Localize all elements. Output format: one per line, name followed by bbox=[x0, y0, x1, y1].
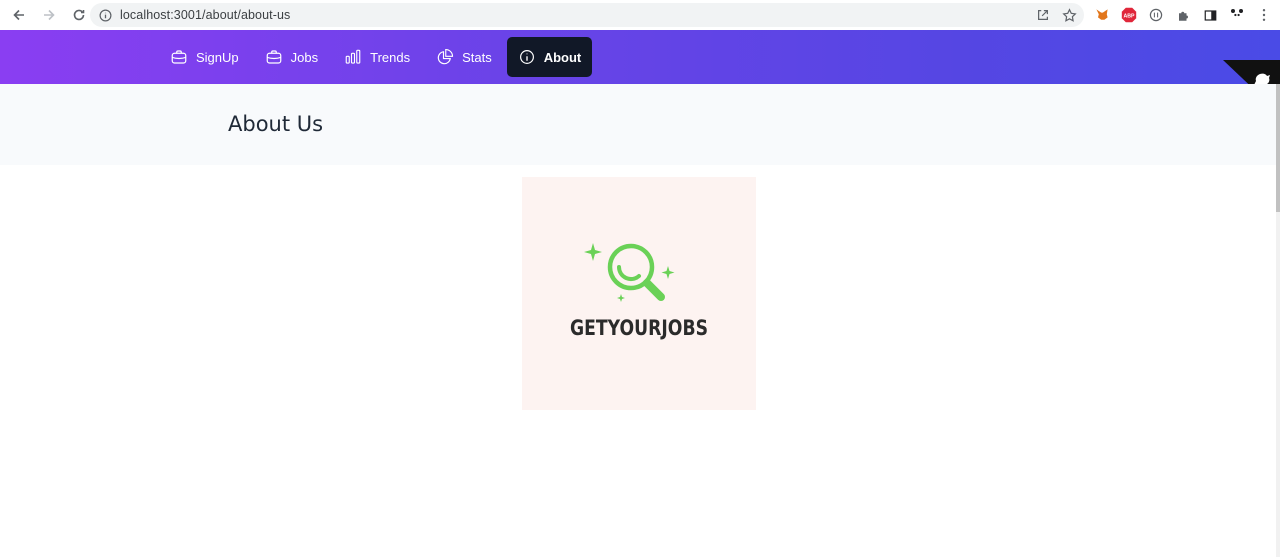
nav-item-label: About bbox=[543, 49, 582, 65]
adblock-extension-icon[interactable]: ABP bbox=[1119, 5, 1139, 25]
url-text: localhost:3001/about/about-us bbox=[120, 8, 291, 22]
metamask-extension-icon[interactable] bbox=[1092, 5, 1112, 25]
scrollbar[interactable] bbox=[1276, 84, 1280, 557]
side-panel-icon[interactable] bbox=[1200, 5, 1220, 25]
bookmark-star-icon[interactable] bbox=[1060, 6, 1078, 24]
nav-item-trends[interactable]: Trends bbox=[333, 37, 421, 77]
nav-item-jobs[interactable]: Jobs bbox=[254, 37, 329, 77]
address-bar[interactable]: localhost:3001/about/about-us bbox=[90, 3, 1084, 27]
briefcase-icon bbox=[171, 50, 187, 64]
back-icon[interactable] bbox=[6, 2, 32, 28]
briefcase-icon bbox=[266, 50, 281, 64]
bar-chart-icon bbox=[345, 49, 361, 64]
extension-circle-icon[interactable] bbox=[1146, 5, 1166, 25]
panda-extension-icon[interactable] bbox=[1227, 5, 1247, 25]
page-header: About Us bbox=[0, 84, 1276, 165]
reload-icon[interactable] bbox=[66, 2, 92, 28]
forward-icon[interactable] bbox=[36, 2, 62, 28]
scrollbar-thumb[interactable] bbox=[1276, 84, 1280, 212]
puzzle-extensions-icon[interactable] bbox=[1173, 5, 1193, 25]
nav-item-signup[interactable]: SignUp bbox=[159, 37, 250, 77]
magnifier-sparkle-icon bbox=[584, 243, 675, 302]
logo-wordmark: GETYOURJOBS bbox=[570, 316, 708, 340]
pie-chart-icon bbox=[437, 48, 454, 65]
nav-item-label: Jobs bbox=[290, 49, 319, 65]
nav-item-label: Stats bbox=[462, 49, 492, 65]
site-info-icon[interactable] bbox=[98, 8, 112, 22]
menu-kebab-icon[interactable] bbox=[1254, 5, 1274, 25]
info-icon bbox=[519, 50, 534, 64]
share-icon[interactable] bbox=[1034, 6, 1052, 24]
browser-toolbar: localhost:3001/about/about-us ABP bbox=[0, 0, 1280, 30]
nav-menu: SignUp Jobs Trends Stats About bbox=[159, 37, 593, 77]
app-navbar: SignUp Jobs Trends Stats About bbox=[0, 30, 1280, 114]
nav-item-stats[interactable]: Stats bbox=[425, 37, 503, 77]
page-title: About Us bbox=[228, 112, 324, 136]
logo-card: GETYOURJOBS bbox=[522, 177, 756, 410]
nav-item-label: SignUp bbox=[196, 49, 239, 65]
svg-text:ABP: ABP bbox=[1124, 13, 1135, 19]
nav-item-about[interactable]: About bbox=[506, 37, 593, 77]
nav-item-label: Trends bbox=[370, 49, 411, 65]
